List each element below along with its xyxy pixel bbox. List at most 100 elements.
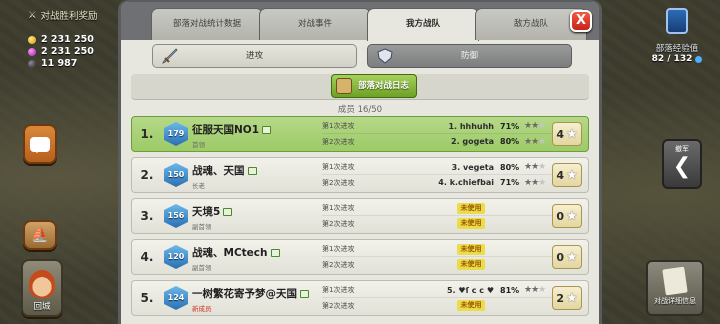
member-name: 战魂、MCtech (192, 247, 268, 259)
chat-button[interactable] (23, 124, 57, 164)
elixir-resource: 2 231 250 (28, 46, 98, 57)
war-log-button[interactable]: 部落对战日志 (331, 74, 417, 98)
gold-resource: 2 231 250 (28, 34, 98, 45)
elixir-icon (28, 47, 36, 56)
attack-list: 第1次进攻 3. vegeta 80% ★★★ 第2次进攻 4. k.chiefba… (322, 160, 558, 190)
member-name-line: 一树繁花寄予梦@天国 (192, 286, 320, 301)
war-details-button[interactable]: 对战详细信息 (646, 260, 704, 316)
member-rank: 1. (140, 127, 154, 141)
scroll-icon (662, 266, 688, 296)
star-icon: ★ (538, 162, 546, 172)
town-hall-badge: 156 (164, 204, 188, 228)
star-icon: ★ (566, 167, 578, 183)
attack-line: 第2次进攻 未使用 (322, 298, 558, 313)
member-role: 长老 (192, 182, 205, 190)
attack-target: 3. vegeta (451, 162, 494, 172)
attack-label: 第2次进攻 (322, 301, 355, 310)
dark-elixir-icon (28, 59, 36, 68)
section-bar: 部落对战日志 (131, 74, 589, 100)
attack-label: 第2次进攻 (322, 137, 355, 146)
shield-icon (377, 48, 393, 64)
unused-attack-badge: 未使用 (457, 202, 485, 214)
star-icon: ★ (566, 208, 578, 224)
member-rank: 4. (140, 250, 154, 264)
member-role: 首领 (192, 141, 205, 149)
village-flag-icon (223, 207, 233, 216)
crossed-swords-icon (336, 78, 352, 94)
attack-line: 第1次进攻 3. vegeta 80% ★★★ (322, 160, 558, 175)
member-name: 战魂、天国 (192, 165, 245, 177)
member-name-line: 天境5 (192, 204, 320, 219)
member-rank: 5. (140, 291, 154, 305)
total-stars: 0 ★ (552, 204, 582, 228)
attack-line: 第1次进攻 5. ♥ſ c c ♥ 81% ★★★ (322, 283, 558, 298)
dark-elixir-resource: 11 987 (28, 58, 98, 69)
star-icon: ★ (566, 290, 578, 306)
star-icon: ★ (566, 249, 578, 265)
attack-percent: 80% (500, 162, 520, 172)
town-hall-badge: 120 (164, 245, 188, 269)
star-icon: ★ (566, 126, 578, 142)
war-panel: 部落对战统计数据 对战事件 我方战队 敌方战队 X 进攻 防御 部落对战日志 成… (118, 0, 602, 324)
tab-war-stats[interactable]: 部落对战统计数据 (151, 8, 263, 40)
attack-label: 第1次进攻 (322, 245, 355, 253)
attack-percent: 71% (500, 121, 520, 131)
attack-target: 1. hhhuhh (448, 121, 494, 131)
clan-xp-hud: 部落经验值 82 / 132 (642, 8, 712, 64)
attack-percent: 71% (500, 178, 520, 187)
total-stars: 4 ★ (552, 122, 582, 146)
retreat-button[interactable]: 撤军 ❮ (662, 139, 702, 189)
boat-button[interactable]: ⛵ (23, 220, 57, 250)
xp-value: 82 / 132 (642, 54, 712, 64)
member-info: 战魂、天国 长老 (192, 163, 320, 190)
resource-hud: ⚔ 对战胜利奖励 2 231 250 2 231 250 11 987 (28, 8, 98, 70)
member-row[interactable]: 2. 150 战魂、天国 长老 第1次进攻 3. vegeta 80% ★ ★ ★ 第… (131, 157, 589, 193)
villager-avatar-icon (29, 270, 55, 298)
attack-list: 第1次进攻 5. ♥ſ c c ♥ 81% ★★★ 第2次进攻 未使用 (322, 283, 558, 313)
attack-target: 4. k.chiefbai (438, 178, 494, 187)
member-row[interactable]: 5. 124 一树繁花寄予梦@天国 新成员 第1次进攻 5. ♥ſ c c ♥ 8… (131, 280, 589, 316)
attack-label: 第1次进攻 (322, 122, 355, 130)
tab-war-events[interactable]: 对战事件 (259, 8, 371, 40)
return-home-button[interactable]: 回城 (21, 259, 63, 317)
attack-mode-button[interactable]: 进攻 (152, 44, 357, 68)
attack-label: 第2次进攻 (322, 219, 355, 228)
town-hall-badge: 179 (164, 122, 188, 146)
member-row[interactable]: 4. 120 战魂、MCtech 副首领 第1次进攻 未使用 第2次进攻 未使用 0… (131, 239, 589, 275)
member-row[interactable]: 3. 156 天境5 副首领 第1次进攻 未使用 第2次进攻 未使用 0 ★ (131, 198, 589, 234)
attack-line: 第2次进攻 4. k.chiefbai 71% ★★★ (322, 175, 558, 190)
close-button[interactable]: X (570, 10, 592, 32)
member-rank: 2. (140, 168, 154, 182)
unused-attack-badge: 未使用 (457, 300, 485, 311)
tab-bar: 部落对战统计数据 对战事件 我方战队 敌方战队 X (121, 2, 599, 41)
attack-line: 第1次进攻 未使用 (322, 242, 558, 257)
star-icon: ★ (538, 285, 546, 295)
total-stars: 2 ★ (552, 286, 582, 310)
chat-icon (30, 136, 50, 153)
attack-label: 第2次进攻 (322, 260, 355, 269)
swords-icon: ⚔ (28, 9, 37, 21)
member-role: 新成员 (192, 305, 212, 313)
member-info: 征服天国NO1 首领 (192, 122, 320, 149)
total-stars: 4 ★ (552, 163, 582, 187)
total-stars: 0 ★ (552, 245, 582, 269)
clan-badge-icon[interactable] (666, 8, 688, 34)
member-name: 一树繁花寄予梦@天国 (192, 288, 297, 300)
defense-mode-button[interactable]: 防御 (367, 44, 572, 68)
attack-line: 第2次进攻 未使用 (322, 257, 558, 272)
attack-line: 第2次进攻 未使用 (322, 216, 558, 231)
village-flag-icon (270, 248, 280, 257)
attack-line: 第1次进攻 1. hhhuhh 71% ★★★ (322, 119, 558, 134)
member-info: 一树繁花寄予梦@天国 新成员 (192, 286, 320, 313)
tab-my-team[interactable]: 我方战队 (367, 8, 479, 41)
town-hall-badge: 150 (164, 163, 188, 187)
member-name-line: 战魂、天国 (192, 163, 320, 178)
war-reward-title: ⚔ 对战胜利奖励 (28, 9, 98, 23)
attack-list: 第1次进攻 未使用 第2次进攻 未使用 (322, 201, 558, 231)
attack-list: 第1次进攻 未使用 第2次进攻 未使用 (322, 242, 558, 272)
star-icon: ★ (538, 121, 546, 131)
member-row[interactable]: 1. 179 征服天国NO1 首领 第1次进攻 1. hhhuhh 71% ★ ★ ★… (131, 116, 589, 152)
member-name-line: 征服天国NO1 (192, 122, 320, 137)
attack-target: 2. gogeta (451, 137, 494, 146)
star-icon: ★ (538, 177, 546, 188)
